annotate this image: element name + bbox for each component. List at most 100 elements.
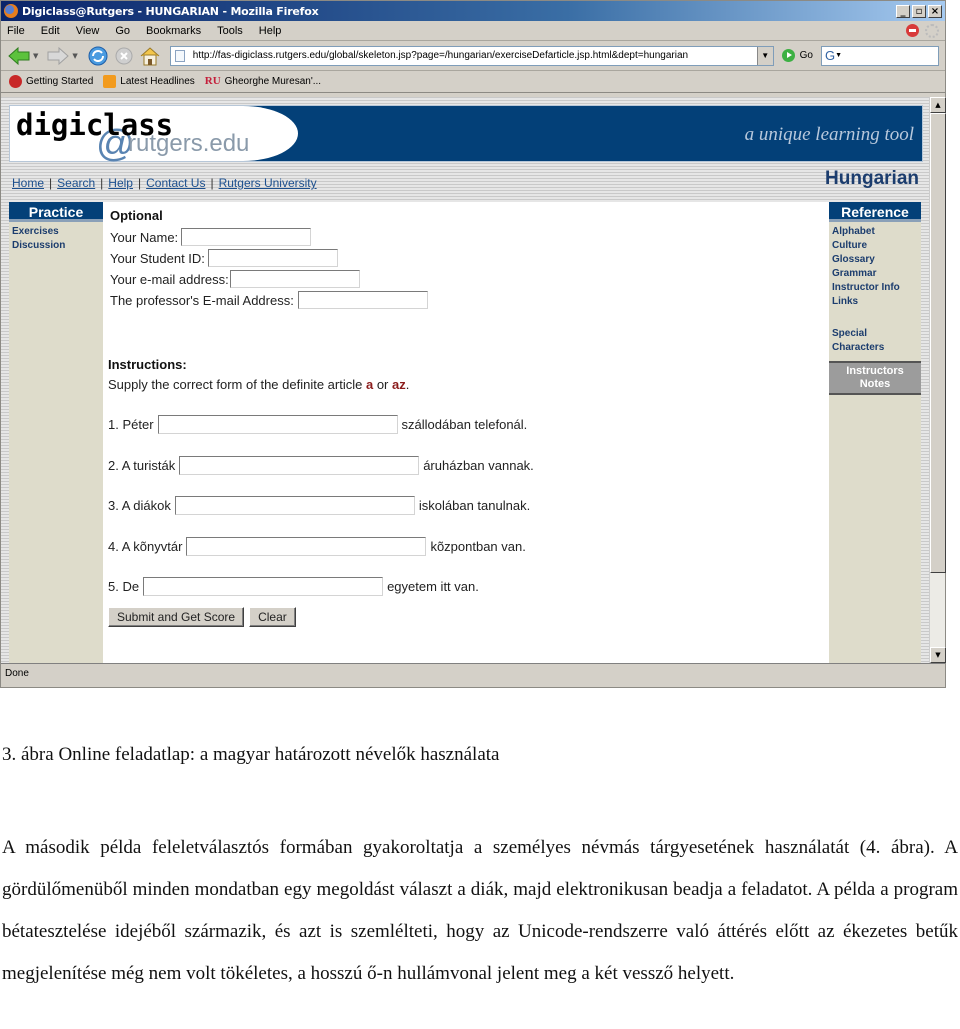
- sidebar-link-instructor-info[interactable]: Instructor Info: [829, 281, 921, 295]
- scroll-down-button[interactable]: ▼: [930, 647, 946, 663]
- reload-icon: [88, 46, 108, 65]
- sidebar-link-culture[interactable]: Culture: [829, 239, 921, 253]
- email-field-row: Your e-mail address:: [110, 270, 360, 288]
- instructions-pre: Supply the correct form of the definite …: [108, 377, 366, 392]
- forward-dropdown-icon[interactable]: ▼: [72, 52, 77, 60]
- forward-arrow-icon: [47, 46, 70, 65]
- stop-button[interactable]: [112, 44, 136, 68]
- sidebar-link-glossary[interactable]: Glossary: [829, 253, 921, 267]
- right-sidebar: Reference Alphabet Culture Glossary Gram…: [829, 202, 921, 663]
- nav-link-search[interactable]: Search: [57, 176, 95, 190]
- url-dropdown-icon[interactable]: ▼: [756, 46, 773, 65]
- adblock-icon[interactable]: [906, 24, 919, 37]
- vertical-scrollbar[interactable]: ▲ ▼: [929, 97, 946, 663]
- page-icon: [174, 49, 185, 62]
- back-arrow-icon: [8, 46, 30, 65]
- bookmark-gheorghe-muresan[interactable]: RU Gheorghe Muresan'...: [205, 75, 321, 88]
- question-suffix: áruházban vannak.: [423, 458, 534, 473]
- question-prefix: 4. A kõnyvtár: [108, 539, 183, 554]
- back-dropdown-icon[interactable]: ▼: [33, 52, 38, 60]
- search-box[interactable]: G ▼: [821, 45, 939, 66]
- question-row-4: 4. A kõnyvtár kõzpontban van.: [108, 537, 526, 556]
- bookmark-label: Latest Headlines: [120, 76, 195, 87]
- professor-email-field-row: The professor's E-mail Address:: [110, 291, 428, 309]
- menu-go[interactable]: Go: [115, 25, 130, 37]
- close-button[interactable]: ×: [928, 4, 942, 18]
- menu-bookmarks[interactable]: Bookmarks: [146, 25, 201, 37]
- separator: |: [137, 176, 142, 190]
- sidebar-link-alphabet[interactable]: Alphabet: [829, 225, 921, 239]
- sidebar-link-discussion[interactable]: Discussion: [9, 239, 103, 253]
- menu-edit[interactable]: Edit: [41, 25, 60, 37]
- question-prefix: 2. A turisták: [108, 458, 176, 473]
- menu-help[interactable]: Help: [259, 25, 282, 37]
- email-label: Your e-mail address:: [110, 271, 229, 287]
- question-3-input[interactable]: [174, 496, 415, 515]
- stop-icon: [115, 47, 133, 64]
- professor-email-input[interactable]: [297, 291, 428, 309]
- student-id-label: Your Student ID:: [110, 250, 205, 266]
- student-id-input[interactable]: [207, 249, 338, 267]
- throbber-icon: [925, 23, 939, 38]
- go-button[interactable]: Go: [781, 49, 813, 62]
- url-text[interactable]: http://fas-digiclass.rutgers.edu/global/…: [193, 50, 757, 61]
- professor-email-label: The professor's E-mail Address:: [110, 292, 294, 308]
- menu-file[interactable]: File: [7, 25, 25, 37]
- logo-domain: rutgers.edu: [128, 130, 250, 157]
- email-input[interactable]: [229, 270, 360, 288]
- instructions-heading: Instructions:: [108, 357, 187, 372]
- menu-view[interactable]: View: [76, 25, 100, 37]
- question-5-input[interactable]: [143, 577, 384, 596]
- menu-tools[interactable]: Tools: [217, 25, 243, 37]
- nav-link-contact-us[interactable]: Contact Us: [146, 176, 205, 190]
- home-button[interactable]: [138, 44, 162, 68]
- question-row-5: 5. De egyetem itt van.: [108, 577, 479, 596]
- restore-button[interactable]: ▫: [912, 4, 926, 18]
- special-characters-line1: Special: [832, 328, 868, 339]
- ru-icon: RU: [204, 75, 221, 87]
- question-2-input[interactable]: [179, 456, 420, 475]
- home-icon: [140, 46, 160, 65]
- bookmark-label: Getting Started: [26, 76, 94, 87]
- main-content: Optional Your Name: Your Student ID: You…: [103, 202, 829, 663]
- special-characters-line2: Characters: [832, 342, 885, 353]
- sidebar-link-links[interactable]: Links: [829, 295, 921, 309]
- menu-bar: File Edit View Go Bookmarks Tools Help: [1, 21, 945, 41]
- instructors-notes-button[interactable]: Instructors Notes: [829, 361, 921, 395]
- student-id-field-row: Your Student ID:: [110, 249, 338, 267]
- sidebar-link-exercises[interactable]: Exercises: [9, 225, 103, 239]
- bookmark-latest-headlines[interactable]: Latest Headlines: [103, 75, 195, 88]
- bookmark-getting-started[interactable]: Getting Started: [9, 75, 93, 88]
- clear-button[interactable]: Clear: [249, 607, 296, 627]
- question-prefix: 5. De: [108, 579, 140, 594]
- question-4-input[interactable]: [186, 537, 427, 556]
- scroll-thumb[interactable]: [930, 113, 946, 573]
- question-1-input[interactable]: [157, 415, 398, 434]
- name-field-row: Your Name:: [110, 228, 312, 246]
- name-input[interactable]: [181, 228, 312, 246]
- instructions-or: or: [373, 377, 392, 392]
- site-logo[interactable]: @ digiclass rutgers.edu: [10, 106, 298, 165]
- submit-and-get-score-button[interactable]: Submit and Get Score: [108, 607, 245, 627]
- url-bar[interactable]: http://fas-digiclass.rutgers.edu/global/…: [169, 45, 774, 66]
- search-engine-dropdown-icon[interactable]: ▼: [835, 52, 842, 59]
- scroll-up-button[interactable]: ▲: [930, 97, 946, 113]
- back-button[interactable]: [7, 44, 31, 68]
- minimize-button[interactable]: _: [896, 4, 910, 18]
- question-row-1: 1. Péter szállodában telefonál.: [108, 415, 527, 434]
- nav-link-help[interactable]: Help: [108, 176, 133, 190]
- google-search-engine-icon[interactable]: G: [825, 48, 835, 63]
- article-az: az: [392, 377, 406, 392]
- practice-heading: Practice: [9, 202, 103, 222]
- sidebar-link-special-characters[interactable]: Special Characters: [829, 327, 921, 355]
- bookmarks-toolbar: Getting Started Latest Headlines RU Gheo…: [1, 71, 945, 93]
- reload-button[interactable]: [86, 44, 110, 68]
- question-prefix: 1. Péter: [108, 417, 154, 432]
- title-bar: Digiclass@Rutgers - HUNGARIAN - Mozilla …: [1, 1, 945, 21]
- sidebar-link-grammar[interactable]: Grammar: [829, 267, 921, 281]
- nav-link-home[interactable]: Home: [12, 176, 44, 190]
- nav-link-rutgers-university[interactable]: Rutgers University: [219, 176, 317, 190]
- forward-button[interactable]: [46, 44, 70, 68]
- site-tagline: a unique learning tool: [744, 124, 914, 145]
- figure-caption: 3. ábra Online feladatlap: a magyar hatá…: [2, 744, 500, 765]
